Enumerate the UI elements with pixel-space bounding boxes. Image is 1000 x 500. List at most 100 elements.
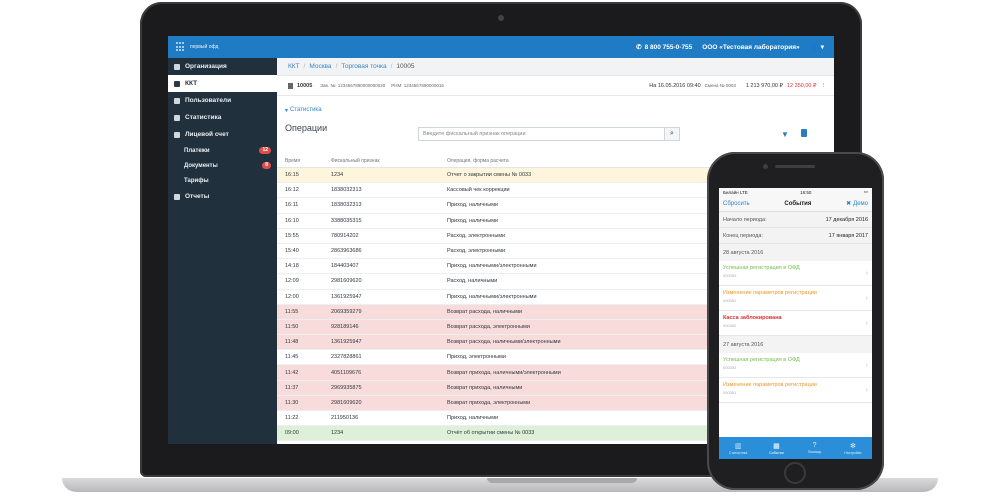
cell-fiscal: 2981609620 [331, 399, 362, 406]
kkt-serial: Зав. №: 1234567890000000020 [320, 83, 386, 88]
cell-fiscal: 1361925947 [331, 339, 362, 346]
more-icon[interactable]: ⋮ [821, 83, 827, 89]
top-bar: первый офд ✆ 8 800 755-0-755 ООО «Тестов… [168, 36, 834, 58]
camera [498, 15, 504, 21]
gear-icon: ✻ [849, 442, 856, 450]
chevron-right-icon: › [865, 270, 868, 277]
sidebar-item-reports[interactable]: Отчеты [168, 188, 277, 205]
speaker [775, 165, 815, 168]
logo[interactable]: первый офд [176, 42, 218, 52]
date-header: 28 августа 2016 [719, 244, 872, 261]
chart-icon: ▥ [734, 442, 742, 450]
cell-fiscal: 780914202 [331, 232, 359, 239]
kkt-total: 1 213 970,00 ₽ [745, 82, 783, 89]
kkt-rnm: РНМ: 1234567890000016 [391, 83, 444, 88]
cell-time: 16:10 [285, 217, 299, 224]
help-icon: ? [812, 442, 817, 449]
file-icon [174, 193, 180, 200]
cell-fiscal: 2969935875 [331, 384, 362, 391]
fiscal-search-input[interactable]: Введите фискальный признак операции [418, 127, 680, 141]
kkt-shift: Смена № 0003 [704, 83, 736, 88]
nav-bar: Сбросить События ✖ Демо [719, 196, 872, 212]
event-item[interactable]: Касса заблокирована 000352 › [719, 311, 872, 336]
sidebar-item-statistics[interactable]: Статистика [168, 109, 277, 126]
sidebar-item-account[interactable]: Лицевой счет [168, 126, 277, 143]
event-title: Изменение параметров регистрации [723, 382, 817, 388]
breadcrumb-link[interactable]: Москва [309, 63, 331, 70]
cell-time: 11:48 [285, 339, 299, 346]
reset-button[interactable]: Сбросить [723, 201, 750, 207]
sidebar-item-kkt[interactable]: ККТ [168, 75, 277, 92]
kkt-status-date: На 16.05.2016 09:40 [649, 82, 701, 89]
cell-time: 16:11 [285, 202, 299, 209]
filter-icon[interactable]: ▼ [781, 130, 789, 139]
cell-time: 11:50 [285, 323, 299, 330]
tools-icon: ✖ [846, 201, 852, 207]
chevron-down-icon: ▾ [820, 44, 824, 51]
cell-time: 12:09 [285, 278, 299, 285]
cell-time: 12:00 [285, 293, 299, 300]
date-header: 27 августа 2016 [719, 336, 872, 353]
event-item[interactable]: Успешная регистрация в ОФД 000353 › [719, 353, 872, 378]
kkt-amount: 12 350,00 ₽ [787, 82, 817, 89]
breadcrumb-current: 10005 [396, 63, 415, 70]
sidebar-subitem-payments[interactable]: Платежи 12 [168, 143, 277, 158]
tab-statistics[interactable]: ▥ Статистика [719, 437, 757, 459]
cell-fiscal: 1361925947 [331, 293, 362, 300]
event-id: 000353 [723, 273, 737, 278]
logo-text: первый офд [190, 43, 219, 50]
event-id: 000353 [723, 365, 737, 370]
cell-fiscal: 4051109676 [331, 369, 362, 376]
event-item[interactable]: Изменение параметров регистрации 000351 › [719, 378, 872, 403]
event-item[interactable]: Изменение параметров регистрации 000351 › [719, 286, 872, 311]
breadcrumb-link[interactable]: Торговая точка [341, 63, 386, 70]
wallet-icon [174, 131, 180, 138]
chevron-right-icon: › [865, 320, 868, 327]
cell-fiscal: 1838032313 [331, 202, 362, 209]
export-icon[interactable] [801, 129, 807, 137]
sidebar-subitem-tariffs[interactable]: Тарифы [168, 173, 277, 188]
event-item[interactable]: Успешная регистрация в ОФД 000353 › [719, 261, 872, 286]
event-title: Изменение параметров регистрации [723, 290, 817, 296]
sidebar: Организация ККТ Пользователи Статистика … [168, 58, 277, 444]
cell-fiscal: 3388035315 [331, 217, 362, 224]
sidebar-item-users[interactable]: Пользователи [168, 92, 277, 109]
support-phone[interactable]: ✆ 8 800 755-0-755 [636, 43, 692, 52]
cell-time: 09:00 [285, 430, 299, 437]
phone-icon: ✆ [636, 44, 642, 51]
search-button[interactable]: ⌕ [664, 127, 680, 141]
cell-time: 16:15 [285, 172, 299, 179]
statistics-toggle[interactable]: ▾ Статистика [277, 105, 834, 115]
camera [763, 164, 768, 169]
sidebar-item-organization[interactable]: Организация [168, 58, 277, 75]
home-button[interactable] [784, 462, 806, 484]
register-icon [288, 82, 293, 89]
cell-fiscal: 2981609620 [331, 278, 362, 285]
user-icon [174, 97, 180, 104]
tab-help[interactable]: ? Помощь [796, 437, 834, 459]
phone-screen: Билайн LTE 16:50 ▭ Сбросить События ✖ Де… [719, 188, 872, 459]
cell-time: 15:55 [285, 232, 299, 239]
kkt-number: 10005 [297, 82, 313, 89]
period-end[interactable]: Конец периода: 17 января 2017 [719, 228, 872, 244]
tab-settings[interactable]: ✻ Настройки [834, 437, 872, 459]
demo-button[interactable]: ✖ Демо [846, 200, 868, 208]
chevron-right-icon: › [865, 362, 868, 369]
cell-fiscal: 1234 [331, 430, 344, 437]
user-menu[interactable]: 👤 ▾ [810, 43, 824, 51]
cell-fiscal: 928189146 [331, 323, 359, 330]
cell-time: 16:12 [285, 187, 299, 194]
tab-events[interactable]: ▦ События [757, 437, 795, 459]
cell-time: 14:18 [285, 263, 299, 270]
status-time: 16:50 [800, 189, 812, 195]
event-title: Касса заблокирована [723, 315, 782, 321]
tab-bar: ▥ Статистика ▦ События ? Помощь ✻ Настро… [719, 437, 872, 459]
cell-time: 15:40 [285, 248, 299, 255]
org-name[interactable]: ООО «Тестовая лаборатория» [702, 44, 799, 51]
event-id: 000351 [723, 298, 737, 303]
period-start[interactable]: Начало периода: 17 декабря 2016 [719, 212, 872, 228]
calendar-icon: ▦ [773, 442, 780, 450]
sidebar-subitem-documents[interactable]: Документы 8 [168, 158, 277, 173]
breadcrumb-link[interactable]: ККТ [288, 63, 300, 70]
event-title: Успешная регистрация в ОФД [723, 265, 800, 271]
